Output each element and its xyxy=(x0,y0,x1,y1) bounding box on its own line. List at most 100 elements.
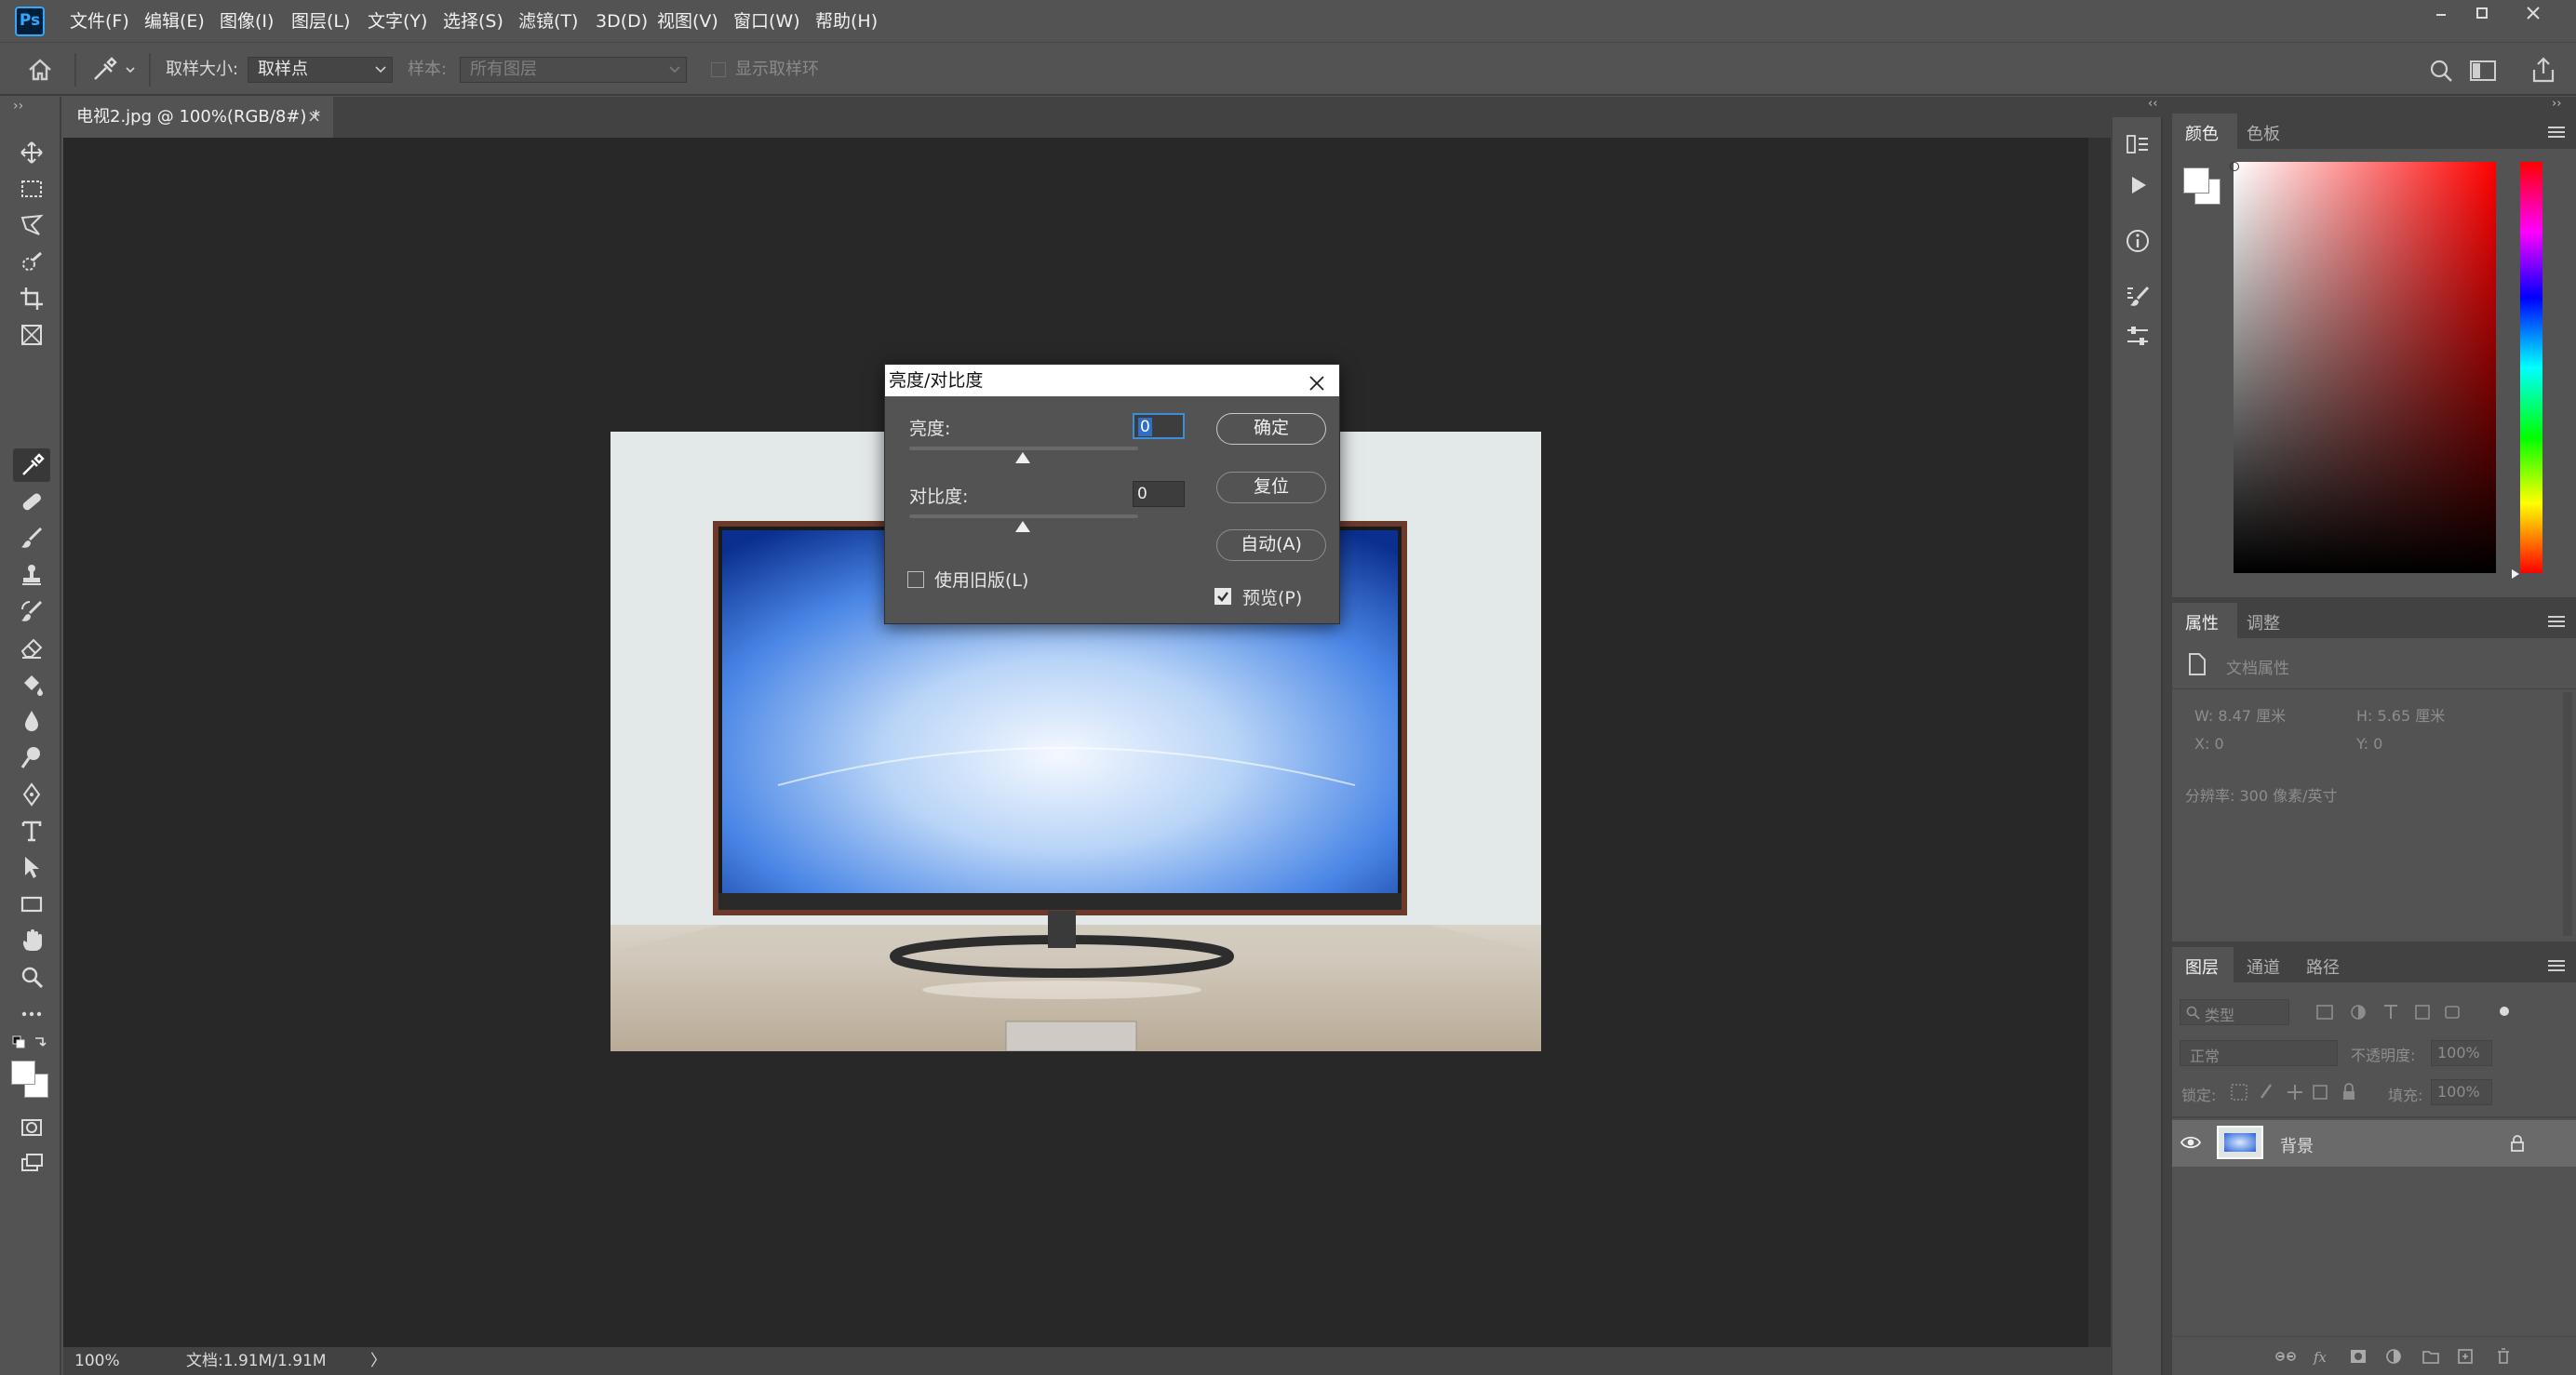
workspace-button[interactable] xyxy=(2468,57,2498,85)
layer-visibility-toggle[interactable] xyxy=(2180,1133,2202,1152)
document-tab[interactable]: 电视2.jpg @ 100%(RGB/8#) * × xyxy=(63,97,333,138)
menu-file[interactable]: 文件(F) xyxy=(70,0,129,43)
edit-toolbar-button[interactable] xyxy=(13,997,50,1031)
rectangle-tool[interactable] xyxy=(13,888,50,921)
brightness-slider-thumb[interactable] xyxy=(1014,450,1031,463)
healing-brush-tool[interactable] xyxy=(13,485,50,518)
contrast-slider-thumb[interactable] xyxy=(1014,519,1031,532)
menu-layer[interactable]: 图层(L) xyxy=(291,0,350,43)
menu-help[interactable]: 帮助(H) xyxy=(815,0,878,43)
lock-icons[interactable] xyxy=(2230,1081,2369,1103)
foreground-color-swatch[interactable] xyxy=(11,1061,35,1085)
menu-type[interactable]: 文字(Y) xyxy=(368,0,427,43)
properties-panel-menu-icon[interactable] xyxy=(2548,616,2565,627)
layer-name[interactable]: 背景 xyxy=(2280,1133,2314,1157)
expand-dock-icon[interactable]: ›› xyxy=(2552,97,2561,111)
color-field[interactable] xyxy=(2234,162,2496,573)
quick-mask-button[interactable] xyxy=(13,1111,50,1144)
info-panel-button[interactable] xyxy=(2124,227,2152,255)
sample-select[interactable]: 所有图层 xyxy=(460,57,687,83)
panel-foreground-swatch[interactable] xyxy=(2183,167,2209,194)
contrast-slider-track[interactable] xyxy=(909,514,1138,518)
properties-scrollbar[interactable] xyxy=(2563,692,2572,936)
actions-panel-button[interactable] xyxy=(2124,171,2152,199)
filter-toggle-icon[interactable] xyxy=(2500,1007,2509,1016)
screen-mode-button[interactable] xyxy=(13,1146,50,1180)
share-button[interactable] xyxy=(2529,55,2557,85)
dialog-titlebar[interactable]: 亮度/对比度 xyxy=(885,365,1339,396)
tab-paths[interactable]: 路径 xyxy=(2306,954,2340,979)
crop-tool[interactable] xyxy=(13,282,50,315)
maximize-button[interactable] xyxy=(2457,0,2507,32)
preview-checkbox[interactable] xyxy=(1214,588,1231,605)
search-button[interactable] xyxy=(2427,57,2455,85)
color-picker-marker[interactable] xyxy=(2230,162,2239,171)
path-selection-tool[interactable] xyxy=(13,850,50,884)
zoom-level[interactable]: 100% xyxy=(74,1347,120,1375)
blend-mode-select[interactable]: 正常 xyxy=(2180,1040,2338,1066)
dialog-close-button[interactable] xyxy=(1308,371,1326,391)
layer-actions-icons[interactable]: fx xyxy=(2274,1346,2572,1367)
tab-swatches[interactable]: 色板 xyxy=(2247,121,2280,145)
frame-tool[interactable] xyxy=(13,318,50,352)
menu-view[interactable]: 视图(V) xyxy=(657,0,718,43)
layers-panel-menu-icon[interactable] xyxy=(2548,960,2565,971)
photoshop-logo[interactable]: Ps xyxy=(15,7,45,36)
opacity-input[interactable]: 100% xyxy=(2431,1040,2492,1066)
tab-color[interactable]: 颜色 xyxy=(2185,121,2219,145)
menu-filter[interactable]: 滤镜(T) xyxy=(518,0,578,43)
reset-button[interactable]: 复位 xyxy=(1216,472,1326,503)
tab-adjustments[interactable]: 调整 xyxy=(2247,610,2280,634)
show-ring-checkbox[interactable] xyxy=(711,62,726,77)
quick-mask-icon xyxy=(21,1119,42,1136)
tab-layers[interactable]: 图层 xyxy=(2185,954,2219,979)
brightness-input[interactable]: 0 xyxy=(1133,413,1185,439)
history-brush-tool[interactable] xyxy=(13,594,50,628)
home-button[interactable] xyxy=(26,57,54,83)
quick-select-tool[interactable] xyxy=(13,246,50,279)
clone-stamp-tool[interactable] xyxy=(13,558,50,592)
menu-edit[interactable]: 编辑(E) xyxy=(144,0,205,43)
color-panel-menu-icon[interactable] xyxy=(2548,127,2565,138)
menu-select[interactable]: 选择(S) xyxy=(443,0,503,43)
collapse-toolbar-icon[interactable]: ›› xyxy=(13,99,23,113)
hue-slider-marker[interactable] xyxy=(2511,566,2520,579)
fill-input[interactable]: 100% xyxy=(2431,1079,2492,1105)
marquee-tool[interactable] xyxy=(13,172,50,206)
sample-size-select[interactable]: 取样点 xyxy=(248,57,393,83)
history-panel-button[interactable] xyxy=(2124,130,2152,158)
menu-3d[interactable]: 3D(D) xyxy=(596,0,648,43)
vertical-scrollbar[interactable] xyxy=(2088,138,2111,1347)
layer-row[interactable]: 背景 xyxy=(2172,1120,2576,1167)
zoom-tool[interactable] xyxy=(13,960,50,994)
move-tool[interactable] xyxy=(13,136,50,169)
pen-tool[interactable] xyxy=(13,778,50,811)
type-tool[interactable] xyxy=(13,814,50,848)
blur-tool[interactable] xyxy=(13,704,50,738)
close-window-button[interactable] xyxy=(2508,0,2558,32)
hand-tool[interactable] xyxy=(13,924,50,957)
status-menu-arrow[interactable]: 〉 xyxy=(370,1347,386,1375)
dodge-tool[interactable] xyxy=(13,741,50,774)
adjustments-panel-button[interactable] xyxy=(2124,322,2152,350)
tab-channels[interactable]: 通道 xyxy=(2247,954,2280,979)
brush-tool[interactable] xyxy=(13,521,50,554)
layer-filter-select[interactable]: 类型 xyxy=(2180,999,2289,1025)
close-tab-icon[interactable]: × xyxy=(307,97,321,138)
swap-colors-button[interactable] xyxy=(11,1035,48,1051)
hue-slider[interactable] xyxy=(2520,162,2542,573)
legacy-checkbox[interactable] xyxy=(907,571,924,588)
auto-button[interactable]: 自动(A) xyxy=(1216,529,1326,561)
eraser-tool[interactable] xyxy=(13,631,50,664)
lasso-tool[interactable] xyxy=(13,208,50,242)
collapse-dock-icon[interactable]: ‹‹ xyxy=(2148,97,2157,111)
menu-window[interactable]: 窗口(W) xyxy=(733,0,800,43)
brush-settings-button[interactable] xyxy=(2124,283,2152,311)
menu-image[interactable]: 图像(I) xyxy=(220,0,274,43)
paint-bucket-tool[interactable] xyxy=(13,668,50,701)
contrast-input[interactable]: 0 xyxy=(1133,481,1185,507)
tool-preset-picker[interactable] xyxy=(89,55,140,85)
ok-button[interactable]: 确定 xyxy=(1216,413,1326,445)
eyedropper-tool[interactable] xyxy=(13,448,50,482)
tab-properties[interactable]: 属性 xyxy=(2185,610,2219,634)
